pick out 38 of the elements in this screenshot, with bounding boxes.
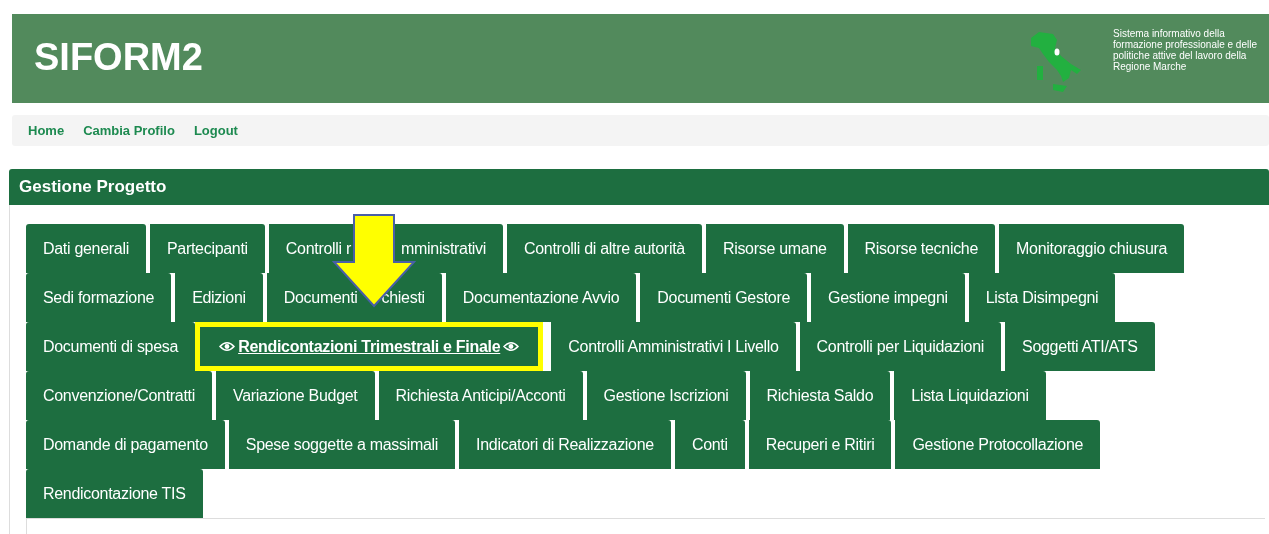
tab[interactable]: Soggetti ATI/ATS [1001, 322, 1155, 371]
nav-link[interactable]: Home [28, 123, 65, 138]
tab[interactable]: Gestione Iscrizioni [582, 371, 746, 420]
tab[interactable]: Controlli per Liquidazioni [795, 322, 1001, 371]
tab[interactable]: Risorse tecniche [843, 224, 996, 273]
tab[interactable]: Domande di pagamento [26, 420, 225, 469]
tab[interactable]: Sedi formazione [26, 273, 172, 322]
tab[interactable]: Documenti di spesa [26, 322, 196, 371]
tab[interactable]: Partecipanti [145, 224, 265, 273]
app-title: SIFORM2 [34, 36, 203, 79]
tab[interactable]: Controlli di altre autorità [503, 224, 702, 273]
nav-link[interactable]: Cambia Profilo [83, 123, 175, 138]
tab[interactable]: Lista Disimpegni [964, 273, 1116, 322]
tab[interactable]: Controlli Amministrativi I Livello [547, 322, 796, 371]
tab[interactable]: Indicatori di Realizzazione [455, 420, 671, 469]
tab[interactable]: Rendicontazioni Trimestrali e Finale [195, 322, 544, 371]
tab[interactable]: Richiesta Anticipi/Acconti [374, 371, 583, 420]
nav-link[interactable]: Logout [193, 123, 238, 138]
tab[interactable]: Spese soggette a massimali [224, 420, 456, 469]
tab[interactable]: Variazione Budget [212, 371, 375, 420]
tab[interactable]: Edizioni [171, 273, 263, 322]
tab[interactable]: Risorse umane [701, 224, 844, 273]
tagline: Sistema informativo della formazione professionale e delle politiche attive del lavoro della Regione Marche [1113, 28, 1258, 72]
panel-title: Gestione Progetto [19, 177, 167, 197]
tab[interactable]: Conti [670, 420, 745, 469]
tab[interactable]: Documentazione Avvio [441, 273, 637, 322]
eye-icon [219, 341, 236, 352]
tab[interactable]: Richiesta Saldo [745, 371, 891, 420]
tab[interactable]: Recuperi e Ritiri [744, 420, 892, 469]
tab[interactable]: Dati generali [26, 224, 146, 273]
eye-icon [503, 341, 520, 352]
tab[interactable]: Monitoraggio chiusura [995, 224, 1185, 273]
tab[interactable]: Gestione impegni [807, 273, 965, 322]
tab[interactable]: Lista Liquidazioni [890, 371, 1046, 420]
tab[interactable]: Rendicontazione TIS [26, 469, 203, 518]
tab[interactable]: Convenzione/Contratti [26, 371, 212, 420]
tab[interactable]: Gestione Protocollazione [891, 420, 1101, 469]
tab[interactable]: Documenti Gestore [636, 273, 808, 322]
